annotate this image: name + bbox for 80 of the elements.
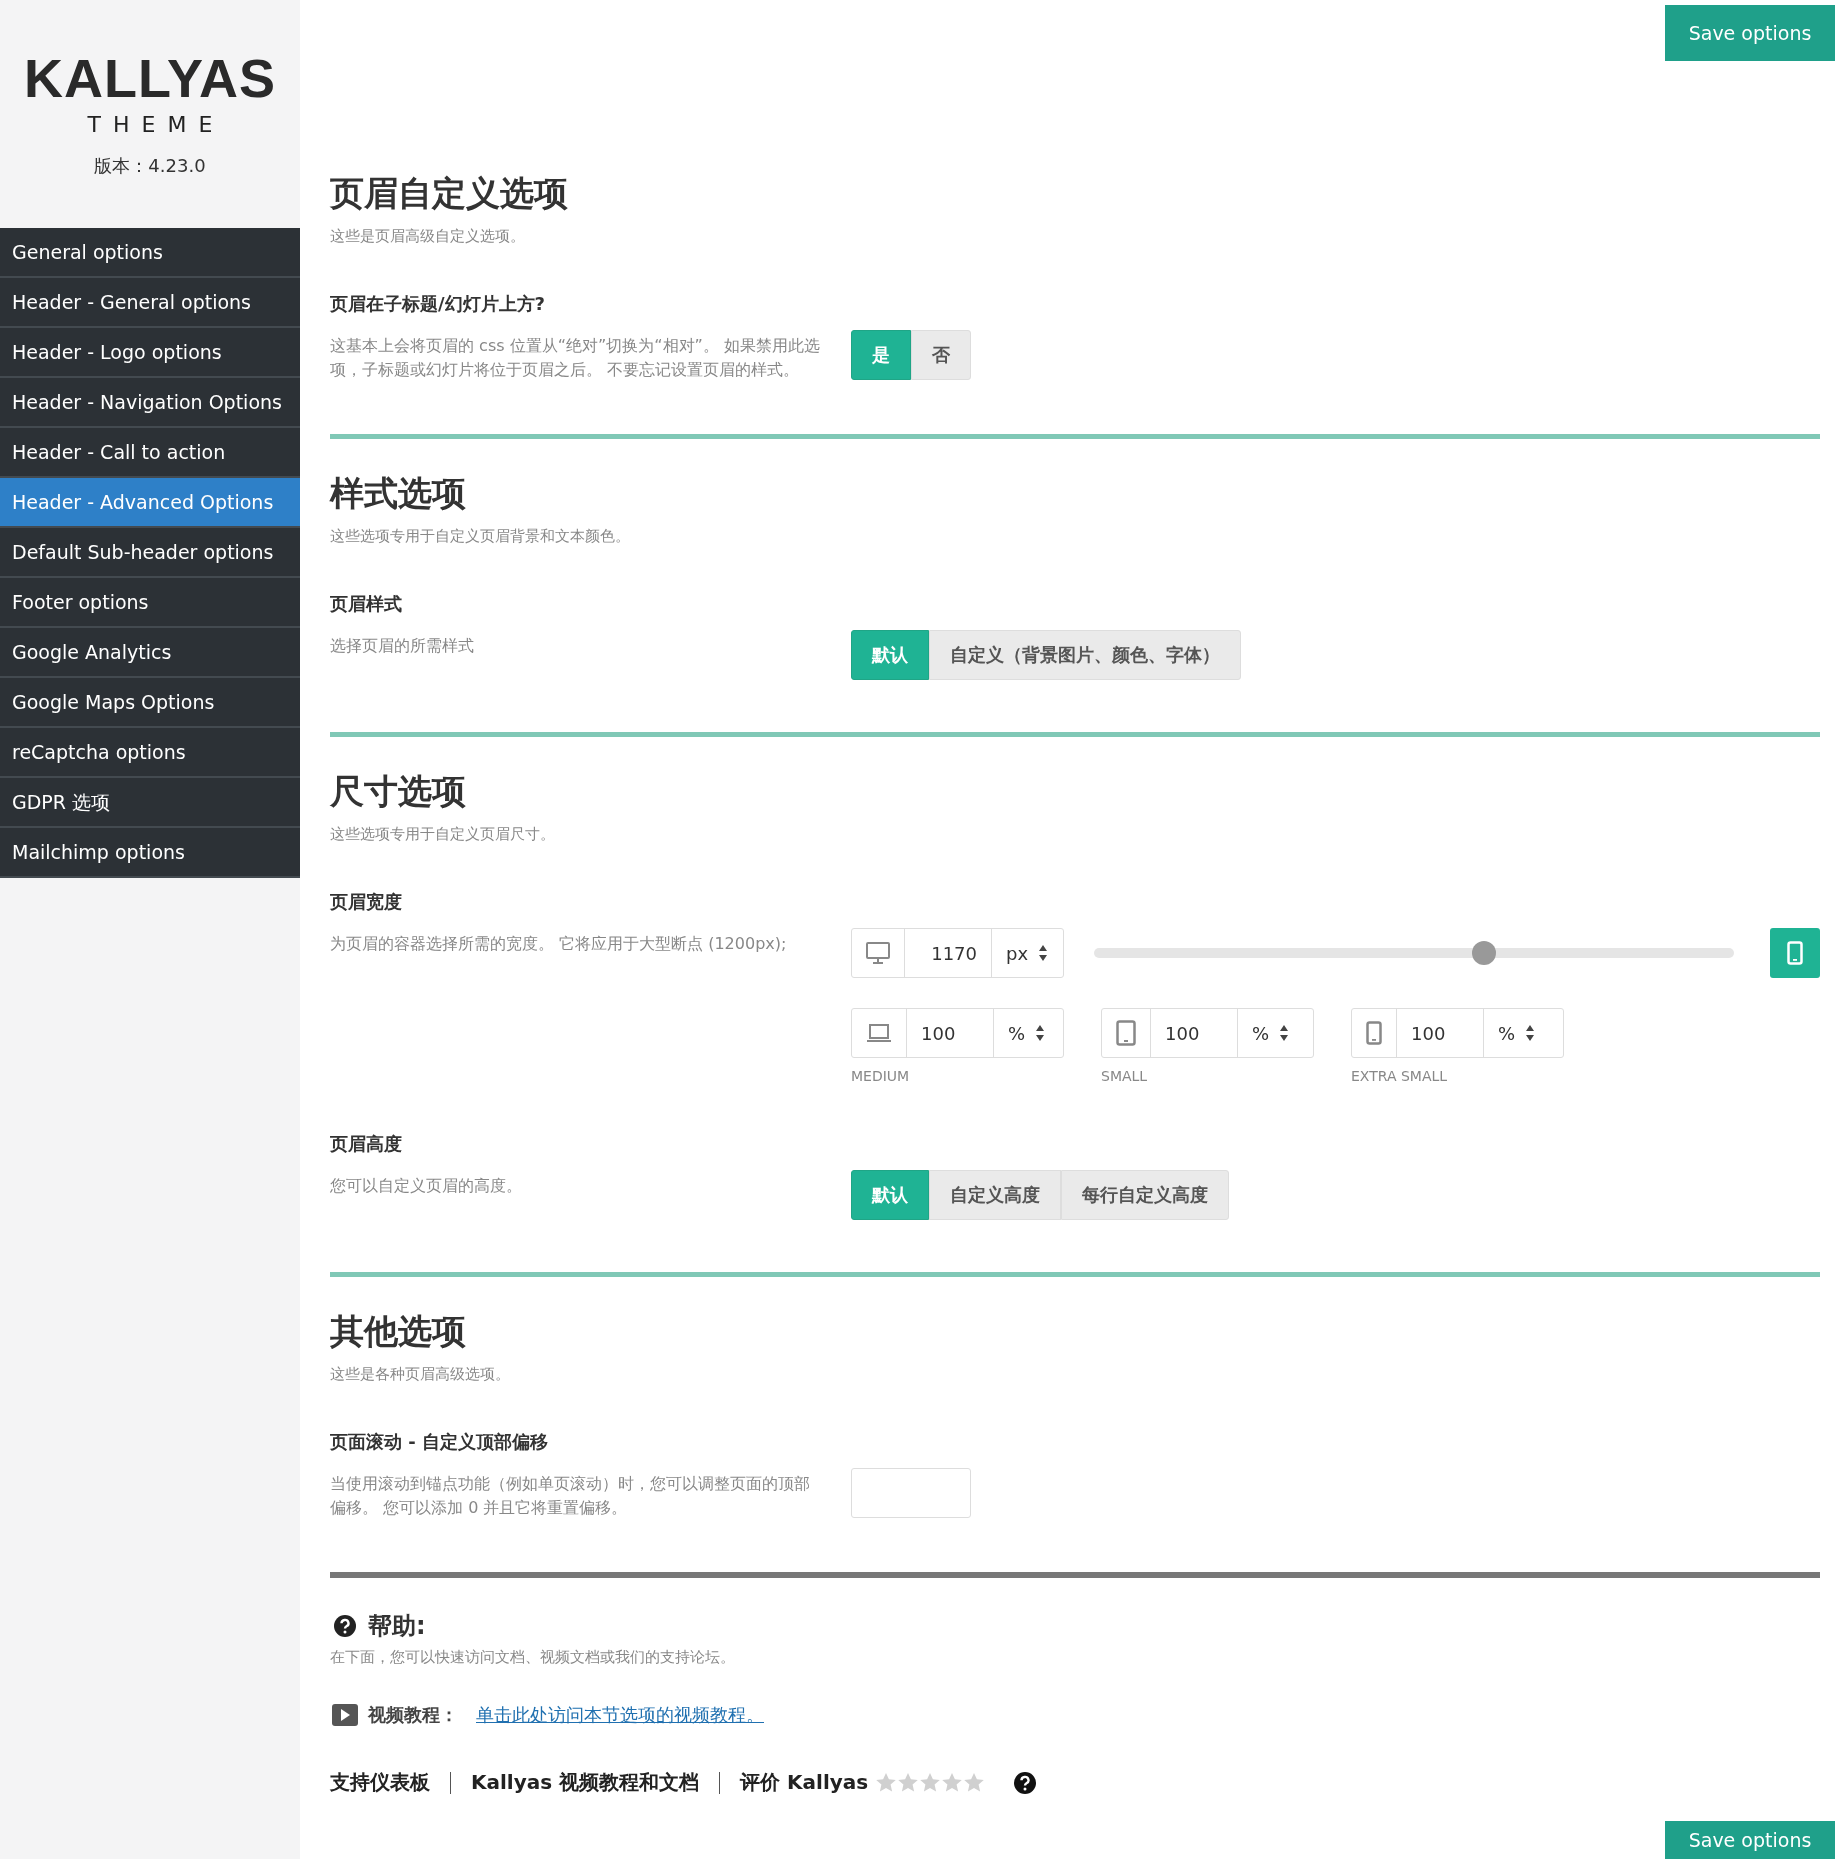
width-field[interactable]: 100 % <box>1351 1008 1564 1058</box>
star-icon <box>964 1773 985 1792</box>
sidebar-item[interactable]: Footer options <box>0 578 300 628</box>
sidebar-item[interactable]: Header - Logo options <box>0 328 300 378</box>
breakpoint-label: SMALL <box>1101 1068 1149 1084</box>
toggle-option-button[interactable]: 否 <box>911 330 971 380</box>
monitor-icon <box>866 942 890 964</box>
star-icon <box>942 1773 963 1792</box>
sort-arrows-icon <box>1525 1024 1536 1042</box>
section-description: 这些选项专用于自定义页眉背景和文本颜色。 <box>330 527 631 546</box>
section-title: 样式选项 <box>330 472 467 515</box>
logo-tagline: THEME <box>87 111 225 139</box>
star-icon <box>920 1773 941 1792</box>
sidebar-item[interactable]: GDPR 选项 <box>0 778 300 828</box>
option-description: 选择页眉的所需样式 <box>330 635 475 657</box>
section-title: 页眉自定义选项 <box>330 172 569 215</box>
sidebar-item[interactable]: Google Analytics <box>0 628 300 678</box>
offset-input[interactable] <box>851 1468 971 1518</box>
width-input[interactable]: 100 <box>1150 1009 1238 1057</box>
section-description: 这些选项专用于自定义页眉尺寸。 <box>330 825 556 844</box>
rate-link[interactable]: 评价 Kallyas <box>740 1769 869 1796</box>
sort-arrows-icon <box>1038 944 1049 962</box>
sidebar-item[interactable]: reCaptcha options <box>0 728 300 778</box>
toggle-option-button[interactable]: 自定义高度 <box>929 1170 1061 1220</box>
section-title: 尺寸选项 <box>330 770 467 813</box>
sidebar-item[interactable]: Header - Advanced Options <box>0 478 300 528</box>
width-field[interactable]: 100 % <box>851 1008 1064 1058</box>
sidebar-item[interactable]: Mailchimp options <box>0 828 300 878</box>
unit-select[interactable]: px <box>992 942 1063 964</box>
sidebar-item[interactable]: Header - General options <box>0 278 300 328</box>
option-label: 页面滚动 - 自定义顶部偏移 <box>330 1430 549 1454</box>
video-label: 视频教程： <box>368 1703 458 1727</box>
star-icon <box>876 1773 897 1792</box>
sidebar-item[interactable]: Google Maps Options <box>0 678 300 728</box>
unit-select[interactable]: % <box>1484 1022 1550 1044</box>
option-label: 页眉在子标题/幻灯片上方? <box>330 292 546 316</box>
option-description: 您可以自定义页眉的高度。 <box>330 1175 523 1197</box>
width-input[interactable]: 100 <box>906 1009 994 1057</box>
width-input[interactable]: 1170 <box>904 929 992 977</box>
logo-wordmark: KALLYAS <box>23 48 277 108</box>
help-icon[interactable] <box>1014 1771 1037 1794</box>
section-description: 这些是各种页眉高级选项。 <box>330 1365 511 1384</box>
responsive-toggle-button[interactable] <box>1770 928 1820 978</box>
option-label: 页眉宽度 <box>330 890 403 914</box>
unit-select[interactable]: % <box>1238 1022 1304 1044</box>
version-label: 版本：4.23.0 <box>94 154 206 178</box>
help-icon <box>334 1615 356 1637</box>
sidebar-item[interactable]: General options <box>0 228 300 278</box>
option-description: 这基本上会将页眉的 css 位置从“绝对”切换为“相对”。 如果禁用此选项，子标题或幻灯片将位于页眉之后。 不要忘记设置页眉的样式。 <box>330 335 820 381</box>
slider-thumb[interactable] <box>1472 941 1497 965</box>
phone-icon <box>1366 1021 1382 1045</box>
tablet-icon <box>1116 1020 1136 1046</box>
option-label: 页眉样式 <box>330 592 403 616</box>
sort-arrows-icon <box>1279 1024 1290 1042</box>
sidebar-item[interactable]: Header - Navigation Options <box>0 378 300 428</box>
option-description: 当使用滚动到锚点功能（例如单页滚动）时，您可以调整页面的顶部偏移。 您可以添加 0 并且它将重置偏移。 <box>330 1473 811 1519</box>
laptop-icon <box>866 1023 892 1043</box>
play-icon <box>332 1704 358 1726</box>
width-field[interactable]: 100 % <box>1101 1008 1314 1058</box>
help-title: 帮助: <box>368 1611 426 1642</box>
footer-link[interactable]: Kallyas 视频教程和文档 <box>471 1769 700 1796</box>
sort-arrows-icon <box>1035 1024 1046 1042</box>
toggle-option-button[interactable]: 自定义（背景图片、颜色、字体） <box>929 630 1241 680</box>
section-title: 其他选项 <box>330 1310 467 1353</box>
footer-link[interactable]: 支持仪表板 <box>330 1769 430 1796</box>
breakpoint-label: MEDIUM <box>851 1068 911 1084</box>
option-description: 为页眉的容器选择所需的宽度。 它将应用于大型断点 (1200px); <box>330 933 788 955</box>
section-description: 这些是页眉高级自定义选项。 <box>330 227 526 246</box>
star-icon <box>898 1773 919 1792</box>
width-input[interactable]: 100 <box>1396 1009 1484 1057</box>
help-description: 在下面，您可以快速访问文档、视频文档或我们的支持论坛。 <box>330 1648 736 1667</box>
toggle-option-button[interactable]: 每行自定义高度 <box>1061 1170 1229 1220</box>
video-tutorial-link[interactable]: 单击此处访问本节选项的视频教程。 <box>476 1703 764 1727</box>
width-field[interactable]: 1170 px <box>851 928 1064 978</box>
star-rating[interactable] <box>876 1773 985 1792</box>
phone-icon <box>1787 941 1803 965</box>
breakpoint-label: EXTRA SMALL <box>1351 1068 1449 1084</box>
sidebar-item[interactable]: Default Sub-header options <box>0 528 300 578</box>
option-label: 页眉高度 <box>330 1132 403 1156</box>
unit-select[interactable]: % <box>994 1022 1060 1044</box>
